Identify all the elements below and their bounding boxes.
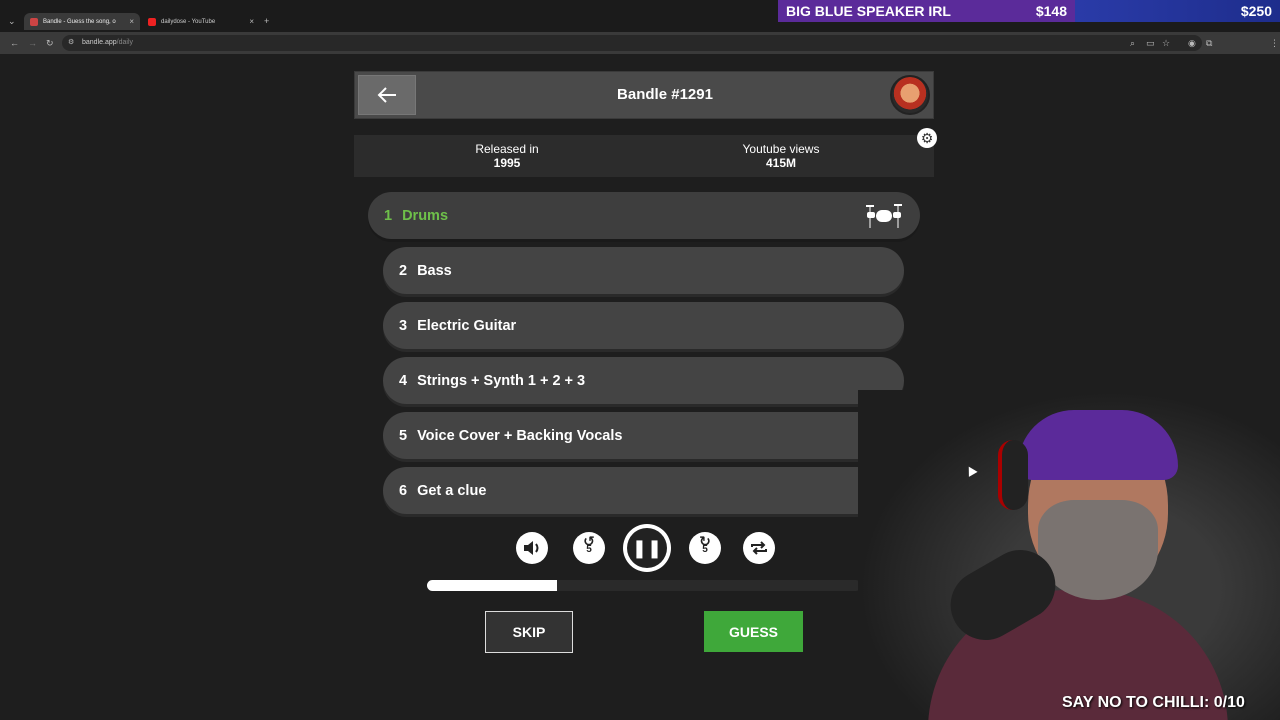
extensions-puzzle-icon[interactable]: ⧉ <box>1206 35 1212 51</box>
settings-gear-icon[interactable]: ⚙ <box>917 128 937 148</box>
back-arrow-icon[interactable]: ← <box>10 35 19 51</box>
stem-number: 1 <box>384 207 393 224</box>
stem-label: Drums <box>402 207 449 224</box>
reload-icon[interactable]: ↻ <box>46 35 54 51</box>
stem-number: 4 <box>399 372 408 389</box>
stem-label: Bass <box>417 262 452 279</box>
repeat-icon <box>751 541 767 555</box>
site-info-icon[interactable]: ⚙ <box>68 35 74 51</box>
forward-arrow-icon[interactable]: → <box>28 35 37 51</box>
goal-label: BIG BLUE SPEAKER IRL <box>786 3 951 19</box>
progress-fill <box>427 580 558 591</box>
rewind-seconds: 5 <box>586 544 592 555</box>
release-year: Released in 1995 <box>407 142 607 170</box>
forward-icon: ↻ 5 <box>699 533 711 555</box>
goal-current: $148 <box>1035 3 1067 19</box>
stem-number: 6 <box>399 482 408 499</box>
stem-get-clue[interactable]: 6 Get a clue <box>383 467 904 514</box>
guess-button[interactable]: GUESS <box>704 611 803 652</box>
webcam-beard <box>1038 500 1158 600</box>
youtube-views: Youtube views 415M <box>681 142 881 170</box>
tab-youtube[interactable]: dailydose - YouTube × <box>142 13 260 30</box>
stem-electric-guitar[interactable]: 3 Electric Guitar <box>383 302 904 349</box>
back-arrow-icon <box>377 87 396 103</box>
avatar[interactable] <box>890 75 930 115</box>
stem-label: Strings + Synth 1 + 2 + 3 <box>417 372 586 389</box>
bandle-favicon <box>30 17 38 26</box>
forward-5-button[interactable]: ↻ 5 <box>689 532 721 564</box>
tab-title: Bandle - Guess the song, o <box>43 18 116 25</box>
repeat-button[interactable] <box>743 532 775 564</box>
stem-voice-cover[interactable]: 5 Voice Cover + Backing Vocals <box>383 412 904 459</box>
drum-kit-icon <box>866 204 902 228</box>
webcam-feed <box>858 390 1280 720</box>
pause-button[interactable]: ❚❚ <box>623 524 671 572</box>
views-label: Youtube views <box>742 142 820 156</box>
zoom-icon[interactable]: ⌕ <box>1130 35 1135 51</box>
tab-title: dailydose - YouTube <box>161 18 216 25</box>
extension-icon[interactable]: ◉ <box>1188 35 1196 51</box>
page-title: Bandle #1291 <box>617 86 713 103</box>
browser-menu-icon[interactable]: ⋮ <box>1270 35 1279 51</box>
stream-counter-text: SAY NO TO CHILLI: 0/10 <box>1062 694 1245 711</box>
stem-label: Get a clue <box>417 482 487 499</box>
stem-number: 3 <box>399 317 408 334</box>
cast-icon[interactable]: ▭ <box>1146 35 1155 51</box>
stem-bass[interactable]: 2 Bass <box>383 247 904 294</box>
stem-strings-synth[interactable]: 4 Strings + Synth 1 + 2 + 3 <box>383 357 904 404</box>
skip-button[interactable]: SKIP <box>485 611 573 653</box>
forward-seconds: 5 <box>702 544 708 555</box>
new-tab-icon[interactable]: + <box>264 13 269 29</box>
pause-icon: ❚❚ <box>627 528 667 568</box>
stem-label: Voice Cover + Backing Vocals <box>417 427 623 444</box>
close-tab-icon[interactable]: × <box>249 17 254 26</box>
bookmark-star-icon[interactable]: ☆ <box>1162 35 1170 51</box>
url-text: bandle.app/daily <box>82 39 133 46</box>
donation-goal-banner: BIG BLUE SPEAKER IRL $148 $250 <box>778 0 1280 22</box>
stem-number: 2 <box>399 262 408 279</box>
webcam-bandana <box>1018 410 1178 480</box>
rewind-icon: ↺ 5 <box>583 533 595 555</box>
stem-number: 5 <box>399 427 408 444</box>
address-bar[interactable] <box>62 35 1202 51</box>
views-value: 415M <box>765 156 797 170</box>
release-value: 1995 <box>493 156 521 170</box>
release-label: Released in <box>475 142 539 156</box>
tab-list-icon[interactable]: ⌄ <box>8 13 16 29</box>
close-tab-icon[interactable]: × <box>129 17 134 26</box>
youtube-favicon <box>148 17 156 26</box>
webcam-headphones <box>998 440 1028 510</box>
tab-bandle[interactable]: Bandle - Guess the song, o × <box>24 13 140 30</box>
stem-drums[interactable]: 1 Drums <box>368 192 920 239</box>
stem-label: Electric Guitar <box>417 317 517 334</box>
volume-button[interactable] <box>516 532 548 564</box>
speaker-icon <box>524 541 539 555</box>
back-button[interactable] <box>358 75 416 115</box>
rewind-5-button[interactable]: ↺ 5 <box>573 532 605 564</box>
goal-target: $250 <box>1240 3 1272 19</box>
